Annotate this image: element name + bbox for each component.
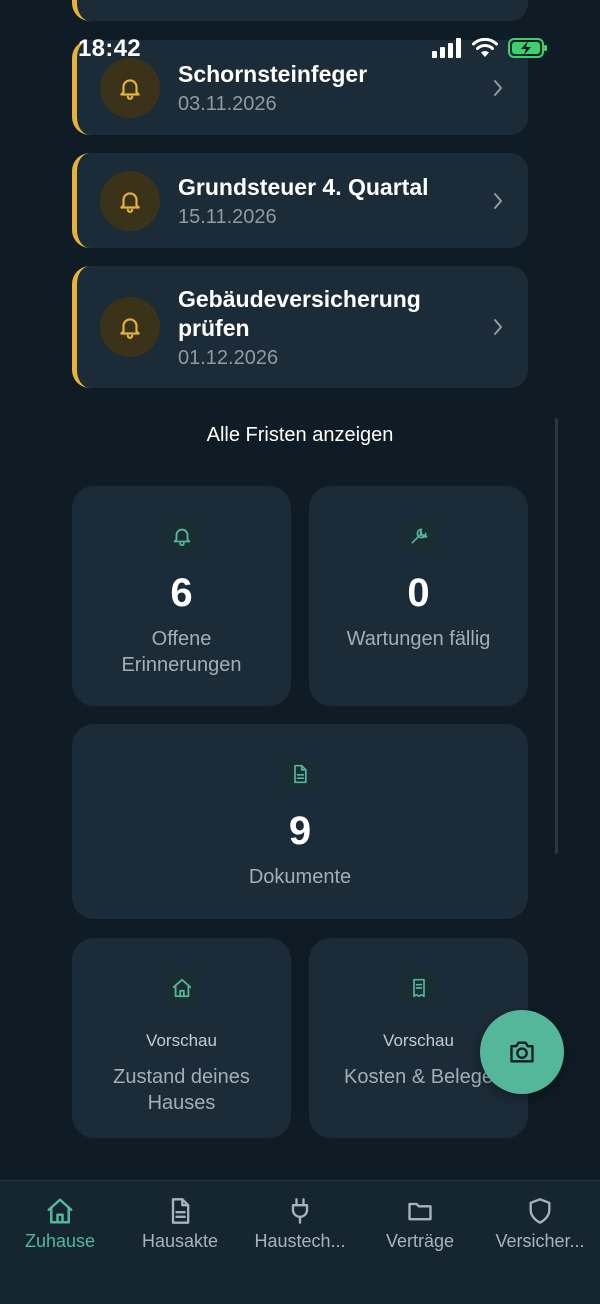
stat-label-line1: Offene [151, 628, 212, 650]
chevron-right-icon [494, 79, 503, 96]
tab-label: Zuhause [24, 1231, 96, 1251]
stat-label: Wartungen fällig [346, 628, 491, 650]
chevron-right-icon [494, 319, 503, 335]
reminder-card[interactable]: Gebäudeversicherung prüfen 01.12.2026 [72, 266, 528, 388]
signal-icon [432, 38, 461, 58]
stat-label-line2: Erinnerungen [121, 654, 242, 676]
bell-icon [100, 171, 160, 231]
all-deadlines-link[interactable]: Alle Fristen anzeigen [0, 424, 600, 447]
document-icon [120, 1193, 240, 1229]
reminder-title-line2: prüfen [178, 315, 250, 341]
reminder-date: 01.12.2026 [178, 347, 279, 369]
status-time: 18:42 [78, 35, 141, 62]
plug-icon [240, 1193, 360, 1229]
home-icon [0, 1193, 120, 1229]
stat-value: 6 [170, 571, 193, 615]
home-icon [161, 968, 202, 1008]
preview-label-line2: Hauses [147, 1092, 216, 1114]
stat-label: Dokumente [248, 866, 352, 888]
stat-card-documents[interactable]: 9 Dokumente [72, 724, 528, 919]
stat-value: 9 [288, 809, 312, 853]
bottom-tab-bar: Zuhause Hausakte Haustech... Verträge Ve… [0, 1180, 600, 1304]
battery-charging-icon [508, 38, 547, 58]
reminder-title-line1: Gebäudeversicherung [178, 286, 421, 312]
tab-label: Verträge [385, 1231, 455, 1251]
tab-hausakte[interactable]: Hausakte [120, 1193, 240, 1252]
stat-value: 0 [407, 571, 430, 615]
receipt-icon [398, 968, 439, 1008]
bell-icon [100, 297, 160, 357]
shield-icon [480, 1193, 600, 1229]
reminder-card-partial[interactable] [72, 0, 528, 21]
folder-icon [360, 1193, 480, 1229]
status-bar: 18:42 [0, 30, 600, 70]
preview-badge: Vorschau [146, 1031, 217, 1050]
document-icon [280, 754, 320, 794]
wifi-icon [472, 38, 498, 57]
camera-icon [510, 1041, 534, 1063]
reminder-title: Grundsteuer 4. Quartal [178, 174, 429, 200]
tab-label: Hausakte [141, 1231, 219, 1251]
stat-card-open-reminders[interactable]: 6 Offene Erinnerungen [72, 486, 291, 706]
tab-label: Haustech... [254, 1231, 346, 1251]
chevron-right-icon [494, 192, 503, 209]
tab-label: Versicher... [495, 1231, 585, 1251]
status-icons [432, 38, 548, 58]
reminder-date: 03.11.2026 [178, 93, 277, 115]
reminder-card[interactable]: Grundsteuer 4. Quartal 15.11.2026 [72, 153, 528, 248]
preview-card-house-condition[interactable]: Vorschau Zustand deines Hauses [72, 938, 291, 1138]
reminder-date: 15.11.2026 [178, 206, 277, 228]
stat-card-maintenance[interactable]: 0 Wartungen fällig [309, 486, 528, 706]
tab-versicherungen[interactable]: Versicher... [480, 1193, 600, 1252]
tab-vertraege[interactable]: Verträge [360, 1193, 480, 1252]
bell-icon [161, 516, 202, 556]
scrollbar[interactable] [555, 418, 558, 854]
camera-button[interactable] [480, 1010, 564, 1094]
preview-label-line1: Zustand deines [113, 1066, 250, 1088]
tab-zuhause[interactable]: Zuhause [0, 1193, 120, 1252]
tab-haustechnik[interactable]: Haustech... [240, 1193, 360, 1252]
wrench-icon [398, 516, 439, 556]
